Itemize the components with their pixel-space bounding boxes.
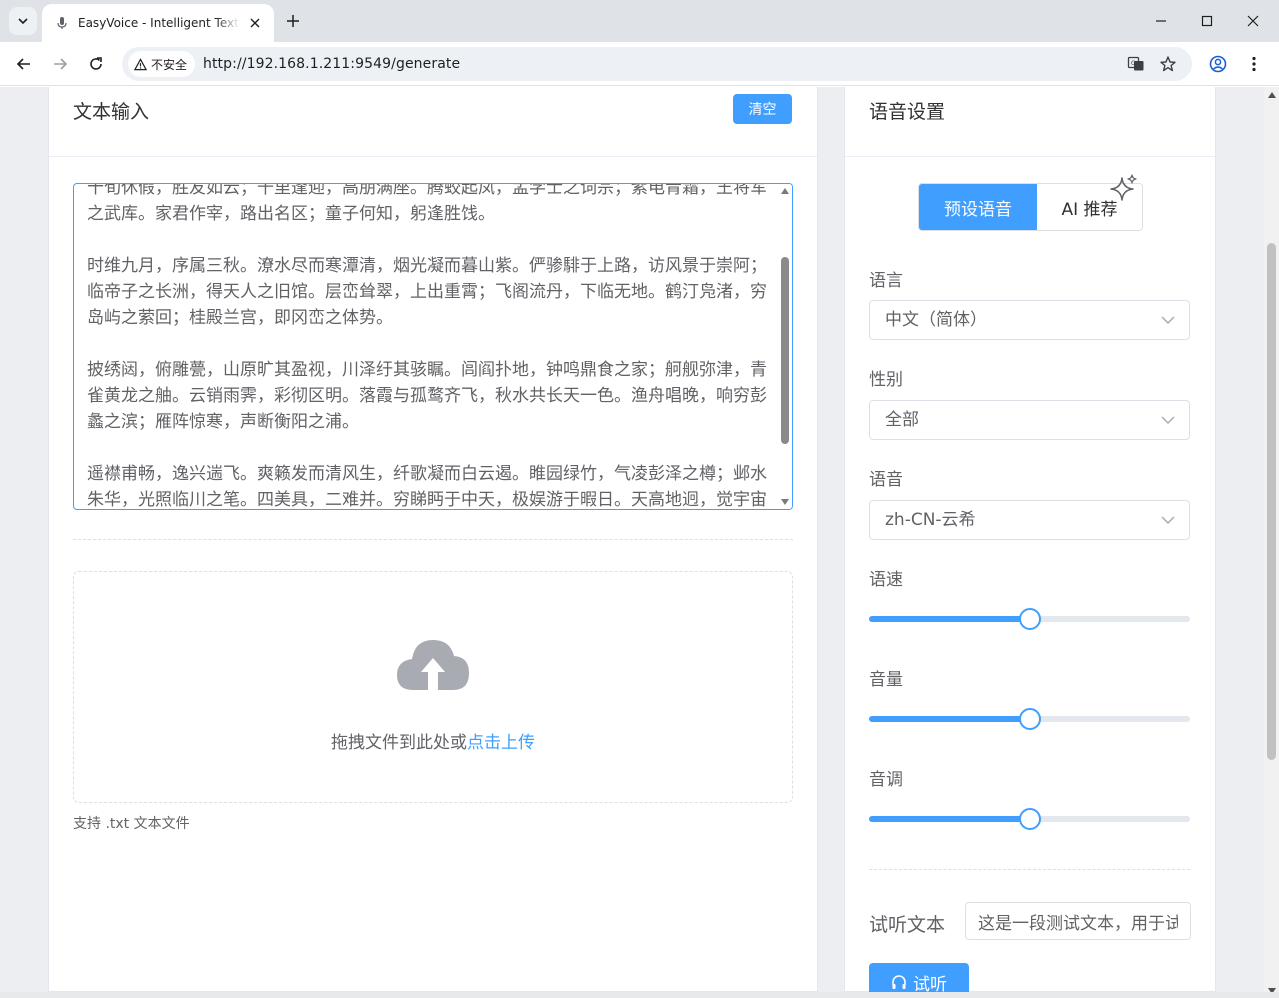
browser-titlebar: EasyVoice - Intelligent Text-to-Speech <box>0 0 1279 42</box>
close-icon <box>1247 15 1259 27</box>
pitch-slider[interactable] <box>869 808 1190 830</box>
tab-search-button[interactable] <box>9 7 37 35</box>
chevron-down-icon <box>18 18 28 25</box>
text-paragraph: 披绣闼，俯雕甍，山原旷其盈视，川泽纡其骇瞩。闾阎扑地，钟鸣鼎食之家；舸舰弥津，青… <box>87 360 767 432</box>
address-bar[interactable]: 不安全 http://192.168.1.211:9549/generate G <box>122 47 1192 81</box>
upload-text: 拖拽文件到此处或 <box>331 733 467 753</box>
slider-fill <box>869 716 1030 722</box>
microphone-icon <box>54 15 70 31</box>
pitch-label: 音调 <box>869 770 903 790</box>
security-label: 不安全 <box>151 57 188 72</box>
slider-fill <box>869 616 1030 622</box>
textarea-content: 十旬休假，胜友如云；千里逢迎，高朋满座。腾蛟起凤，孟学士之词宗；紫电青霜，王将军… <box>87 183 767 510</box>
gender-select[interactable]: 全部 <box>869 400 1190 440</box>
text-input-header: 文本输入 清空 <box>49 87 817 157</box>
forward-button[interactable] <box>46 50 74 78</box>
page-scroll-thumb[interactable] <box>1267 243 1276 760</box>
upload-dropzone[interactable]: 拖拽文件到此处或点击上传 <box>73 571 793 803</box>
window-bottom-edge <box>0 992 1279 998</box>
preview-text-label: 试听文本 <box>869 914 946 936</box>
scroll-up-arrow-icon[interactable] <box>781 187 789 195</box>
language-select[interactable]: 中文（简体） <box>869 300 1190 340</box>
translate-icon[interactable]: G <box>1126 54 1146 74</box>
gender-value: 全部 <box>885 410 919 430</box>
headphones-icon <box>892 975 906 989</box>
upload-tip: 支持 .txt 文本文件 <box>73 816 190 832</box>
page-content: 文本输入 清空 十旬休假，胜友如云；千里逢迎，高朋满座。腾蛟起凤，孟学士之词宗；… <box>0 87 1279 998</box>
arrow-left-icon <box>16 58 30 70</box>
profile-icon <box>1209 55 1227 73</box>
volume-slider[interactable] <box>869 708 1190 730</box>
text-paragraph: 遥襟甫畅，逸兴遄飞。爽籁发而清风生，纤歌凝而白云遏。睢园绿竹，气凌彭泽之樽；邺水… <box>87 464 767 510</box>
volume-slider-thumb[interactable] <box>1018 708 1041 730</box>
text-paragraph: 时维九月，序属三秋。潦水尽而寒潭清，烟光凝而暮山紫。俨骖騑于上路，访风景于崇阿；… <box>87 256 767 328</box>
rate-label: 语速 <box>869 570 903 590</box>
scroll-up-arrow-icon[interactable] <box>1267 90 1276 99</box>
upload-instruction: 拖拽文件到此处或点击上传 <box>74 728 792 753</box>
minimize-icon <box>1156 20 1166 22</box>
rate-slider[interactable] <box>869 608 1190 630</box>
bookmark-star-icon[interactable] <box>1158 54 1178 74</box>
listen-label: 试听 <box>913 974 947 995</box>
profile-button[interactable] <box>1204 50 1232 78</box>
textarea-scroll-thumb[interactable] <box>781 257 789 444</box>
volume-label: 音量 <box>869 670 903 690</box>
reload-icon <box>90 57 102 70</box>
tab-title: EasyVoice - Intelligent Text-to-Speech <box>78 16 240 30</box>
chevron-down-icon <box>1161 316 1175 325</box>
warning-icon <box>134 57 147 70</box>
chevron-down-icon <box>1161 516 1175 525</box>
rate-slider-thumb[interactable] <box>1018 608 1041 630</box>
cloud-upload-icon <box>397 640 469 690</box>
back-button[interactable] <box>10 50 38 78</box>
svg-text:G: G <box>1131 60 1136 67</box>
slider-fill <box>869 816 1030 822</box>
browser-toolbar: 不安全 http://192.168.1.211:9549/generate G <box>0 42 1279 86</box>
reload-button[interactable] <box>82 50 110 78</box>
new-tab-button[interactable] <box>283 11 303 31</box>
maximize-button[interactable] <box>1185 6 1229 36</box>
divider <box>73 539 793 540</box>
voice-label: 语音 <box>869 470 903 490</box>
plus-icon <box>287 15 299 27</box>
browser-tab[interactable]: EasyVoice - Intelligent Text-to-Speech <box>42 4 274 42</box>
upload-link[interactable]: 点击上传 <box>467 733 535 753</box>
text-paragraph: 十旬休假，胜友如云；千里逢迎，高朋满座。腾蛟起凤，孟学士之词宗；紫电青霜，王将军… <box>87 183 767 224</box>
minimize-button[interactable] <box>1139 6 1183 36</box>
sparkle-icon <box>1110 174 1137 201</box>
clear-button[interactable]: 清空 <box>733 94 792 124</box>
language-value: 中文（简体） <box>885 310 987 330</box>
page-scrollbar[interactable] <box>1264 87 1279 998</box>
maximize-icon <box>1201 15 1213 27</box>
voice-settings-card: 语音设置 预设语音 AI 推荐 语言 中文（简体） 性别 全部 语音 zh-CN… <box>844 87 1216 998</box>
url-text[interactable]: http://192.168.1.211:9549/generate <box>203 47 460 81</box>
arrow-right-icon <box>54 58 68 70</box>
gender-label: 性别 <box>869 370 903 390</box>
voice-settings-header: 语音设置 <box>845 87 1215 157</box>
menu-button[interactable] <box>1240 50 1268 78</box>
language-label: 语言 <box>869 271 903 291</box>
scroll-down-arrow-icon[interactable] <box>781 498 789 506</box>
chevron-down-icon <box>1161 416 1175 425</box>
text-input-textarea[interactable]: 十旬休假，胜友如云；千里逢迎，高朋满座。腾蛟起凤，孟学士之词宗；紫电青霜，王将军… <box>73 183 793 510</box>
text-input-card: 文本输入 清空 十旬休假，胜友如云；千里逢迎，高朋满座。腾蛟起凤，孟学士之词宗；… <box>48 87 818 992</box>
preview-text-input[interactable] <box>965 902 1191 940</box>
close-tab-icon[interactable] <box>246 14 264 32</box>
textarea-scrollbar[interactable] <box>778 184 792 509</box>
security-chip[interactable]: 不安全 <box>128 51 196 77</box>
divider <box>869 869 1190 870</box>
more-vertical-icon <box>1252 56 1256 72</box>
preset-voice-tab[interactable]: 预设语音 <box>919 184 1037 230</box>
voice-select[interactable]: zh-CN-云希 <box>869 500 1190 540</box>
text-input-title: 文本输入 <box>73 101 150 123</box>
close-window-button[interactable] <box>1231 6 1275 36</box>
pitch-slider-thumb[interactable] <box>1018 808 1041 830</box>
voice-settings-title: 语音设置 <box>869 101 946 123</box>
voice-value: zh-CN-云希 <box>885 510 976 530</box>
